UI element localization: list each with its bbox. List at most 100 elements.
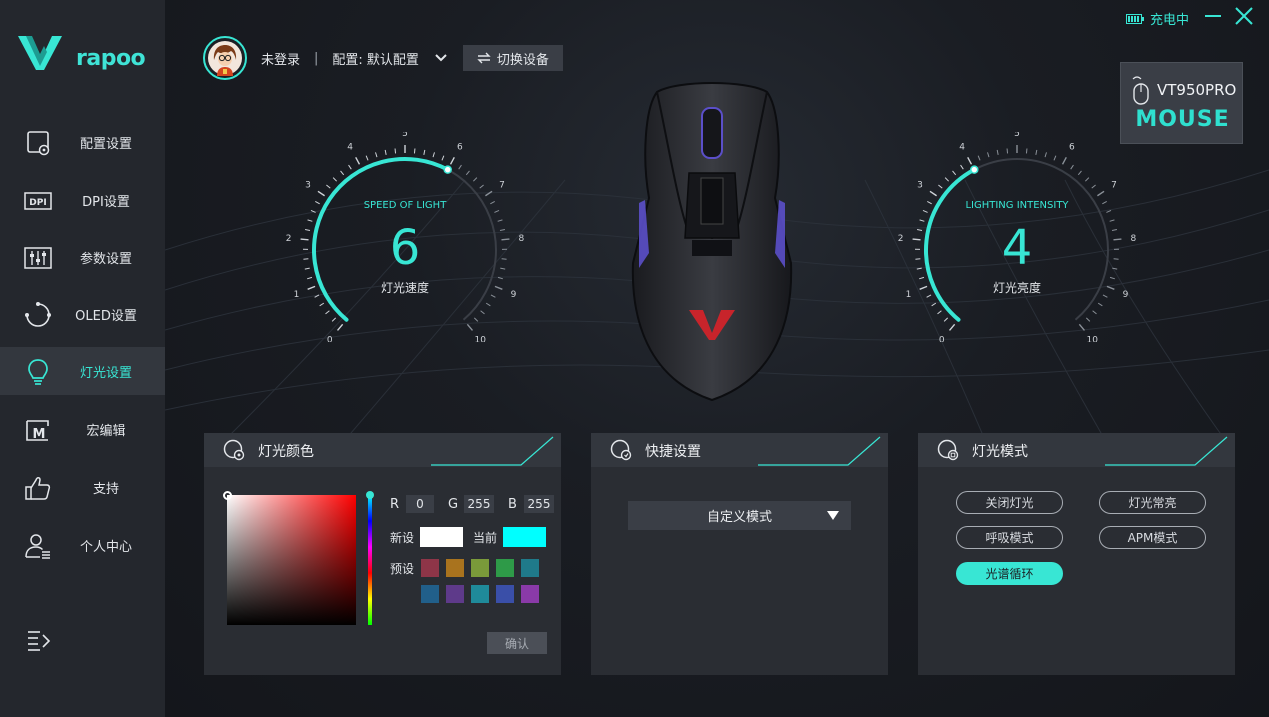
mode-steady-button[interactable]: 灯光常亮 (1099, 491, 1206, 514)
user-center-icon (25, 534, 50, 559)
gauge-tick-label: 4 (347, 143, 353, 153)
gauge-tick (348, 164, 352, 170)
oled-refresh-icon (25, 302, 51, 327)
confirm-button[interactable]: 确认 (487, 632, 547, 654)
r-label: R (390, 496, 400, 512)
gauge-tick (1078, 323, 1086, 331)
gauge-tick-label: 0 (939, 336, 945, 342)
preset-label: 预设 (390, 562, 415, 576)
gauge-handle[interactable] (443, 165, 452, 174)
color-compare: 新设 当前 (390, 527, 547, 547)
intensity-gauge-caption: LIGHTING INTENSITY (965, 200, 1069, 211)
speed-gauge-value: 6 (389, 220, 421, 276)
separator: | (314, 50, 319, 66)
preset-swatch[interactable] (446, 585, 464, 603)
hue-slider[interactable] (366, 491, 374, 625)
rapoo-v-logo-icon (18, 36, 62, 70)
preset-swatch[interactable] (496, 559, 514, 577)
collapse-menu-icon[interactable] (26, 628, 52, 652)
mode-spectrum-button[interactable]: 光谱循环 (956, 562, 1063, 585)
battery-icon (1125, 13, 1144, 24)
preset-swatch[interactable] (471, 585, 489, 603)
gauge-tick (317, 190, 325, 197)
gauge-tick (326, 184, 331, 189)
avatar[interactable] (203, 36, 247, 80)
sidebar-item-label: 参数设置 (79, 251, 132, 267)
gauge-handle[interactable] (970, 165, 979, 174)
picker-handle[interactable] (223, 491, 232, 500)
gauge-tick-label: 10 (1086, 336, 1098, 342)
gauge-tick-label: 5 (1014, 132, 1020, 139)
gauge-tick (1091, 184, 1096, 189)
mouse-icon (1132, 76, 1149, 105)
gauge-tick (449, 156, 455, 165)
gauge-tick (331, 317, 337, 322)
gauge-tick (319, 302, 325, 307)
preset-colors (421, 559, 551, 603)
gauge-tick (967, 156, 973, 165)
main-area: 充电中 未登录 | 配置: 默认配置 切换设备 VT950PRO MOUSE 0… (165, 0, 1269, 717)
bulb-icon (28, 359, 48, 385)
gauge-tick (355, 156, 361, 165)
sidebar-item-support[interactable]: 支持 (0, 463, 165, 511)
chevron-down-icon[interactable] (433, 50, 449, 66)
mode-apm-button[interactable]: APM模式 (1099, 526, 1206, 549)
mode-breathing-button[interactable]: 呼吸模式 (956, 526, 1063, 549)
gauge-tick-label: 5 (402, 132, 408, 139)
gauge-tick (365, 155, 369, 161)
sidebar-item-label: DPI设置 (82, 194, 130, 210)
macro-icon: M (26, 420, 49, 442)
quick-settings-panel: 快捷设置 自定义模式 (591, 433, 888, 675)
sidebar-item-lighting[interactable]: 灯光设置 (0, 347, 165, 395)
hue-slider-handle[interactable] (366, 491, 374, 499)
saturation-picker[interactable] (223, 491, 356, 625)
gauge-tick (472, 177, 478, 182)
b-label: B (508, 496, 517, 512)
preset-swatch[interactable] (421, 585, 439, 603)
preset-swatch[interactable] (496, 585, 514, 603)
intensity-gauge-value: 4 (1001, 220, 1033, 276)
sidebar-item-oled[interactable]: OLED设置 (0, 290, 165, 338)
sidebar-item-parameters[interactable]: 参数设置 (0, 233, 165, 281)
close-icon[interactable] (1233, 5, 1255, 27)
sidebar-item-macro[interactable]: M 宏编辑 (0, 405, 165, 453)
current-color-label: 当前 (473, 530, 498, 545)
gauge-tick (441, 155, 445, 161)
mode-off-button[interactable]: 关闭灯光 (956, 491, 1063, 514)
b-input[interactable] (524, 495, 554, 513)
preset-swatch[interactable] (421, 559, 439, 577)
sidebar-item-dpi[interactable]: DPI DPI设置 (0, 176, 165, 224)
preset-swatch[interactable] (471, 559, 489, 577)
charge-status: 充电中 (1125, 9, 1189, 28)
gauge-tick (1097, 190, 1105, 197)
light-mode-panel: 灯光模式 关闭灯光 灯光常亮 呼吸模式 APM模式 光谱循环 (918, 433, 1235, 675)
r-input[interactable] (406, 495, 434, 513)
thumbs-up-icon (25, 477, 51, 500)
minimize-icon[interactable] (1203, 6, 1223, 26)
gauge-tick-label: 0 (327, 336, 333, 342)
g-input[interactable] (464, 495, 494, 513)
sidebar-item-profile-settings[interactable]: 配置设置 (0, 118, 165, 166)
intensity-gauge[interactable]: 0 1 2 3 4 5 6 7 8 9 10 LIGHTING INTENSITY 4 灯光亮度 (892, 132, 1142, 342)
speed-gauge[interactable]: 0 1 2 3 4 5 6 7 8 9 10 SPEED OF LIGHT 6 灯光速度 (280, 132, 530, 342)
mode-preset-select[interactable]: 自定义模式 (628, 501, 851, 530)
gauge-tick (943, 317, 949, 322)
preset-swatch[interactable] (446, 559, 464, 577)
gauge-tick-label: 3 (305, 181, 311, 191)
user-bar: 未登录 | 配置: 默认配置 切换设备 (203, 36, 563, 80)
preset-swatch[interactable] (521, 585, 539, 603)
gauge-tick (384, 149, 387, 155)
sidebar-item-label: 灯光设置 (79, 365, 132, 381)
palette-icon (223, 439, 245, 461)
mouse-product-image (631, 82, 793, 402)
switch-device-button[interactable]: 切换设备 (462, 45, 563, 71)
preset-swatch[interactable] (521, 559, 539, 577)
gauge-tick-label: 7 (499, 181, 505, 191)
config-label[interactable]: 配置: 默认配置 (332, 49, 419, 68)
gauge-tick (931, 302, 937, 307)
gauge-tick-label: 6 (457, 143, 463, 153)
sidebar-item-user-center[interactable]: 个人中心 (0, 521, 165, 569)
username[interactable]: 未登录 (261, 49, 300, 68)
gauge-tick-label: 3 (917, 181, 923, 191)
header-accent-line (431, 436, 554, 466)
